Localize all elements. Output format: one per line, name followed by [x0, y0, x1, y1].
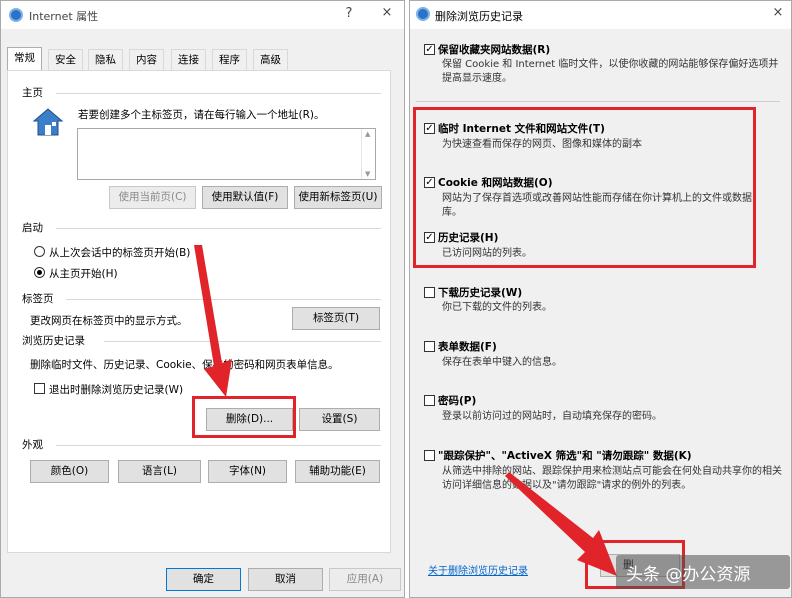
download-history-checkbox[interactable] [424, 287, 435, 298]
apply-button[interactable]: 应用(A) [329, 568, 401, 591]
appearance-section-label: 外观 [22, 439, 43, 451]
appearance-separator [56, 445, 381, 446]
red-arrow-right [505, 472, 617, 576]
passwords-label: 密码(P) [438, 395, 477, 407]
delete-on-exit-label: 退出时删除浏览历史记录(W) [49, 384, 184, 396]
fonts-button[interactable]: 字体(N) [208, 460, 287, 483]
dialog-title: 删除浏览历史记录 [435, 10, 523, 23]
startup-section-label: 启动 [22, 222, 43, 234]
ok-button[interactable]: 确定 [166, 568, 241, 591]
dialog-title-bar: 删除浏览历史记录 × [410, 1, 791, 29]
dialog-separator [416, 101, 780, 102]
history-description: 删除临时文件、历史记录、Cookie、保存的密码和网页表单信息。 [30, 359, 339, 371]
tab-privacy[interactable]: 隐私 [88, 49, 123, 70]
passwords-desc: 登录以前访问过的网站时，自动填充保存的密码。 [442, 411, 662, 422]
title-bar: Internet 属性 ? × [1, 1, 404, 29]
home-description: 若要创建多个主标签页，请在每行输入一个地址(R)。 [78, 109, 325, 121]
keep-favorites-label: 保留收藏夹网站数据(R) [438, 44, 551, 56]
download-history-label: 下载历史记录(W) [438, 287, 523, 299]
history-separator [104, 341, 381, 342]
tabs-button[interactable]: 标签页(T) [292, 307, 380, 330]
watermark-text: 头条 @办公资源 [626, 565, 751, 585]
tabs-description: 更改网页在标签页中的显示方式。 [30, 315, 188, 327]
cancel-button[interactable]: 取消 [248, 568, 323, 591]
tab-advanced[interactable]: 高级 [253, 49, 288, 70]
use-current-button[interactable]: 使用当前页(C) [109, 186, 196, 209]
red-arrow-left [194, 245, 232, 397]
keep-favorites-checkbox[interactable]: ✓ [424, 44, 435, 55]
tab-content[interactable]: 内容 [129, 49, 164, 70]
form-data-checkbox[interactable] [424, 341, 435, 352]
tracking-protection-label: "跟踪保护"、"ActiveX 筛选"和 "请勿跟踪" 数据(K) [438, 450, 692, 462]
download-history-desc: 你已下载的文件的列表。 [442, 302, 552, 313]
delete-button-highlight [192, 396, 296, 438]
tracking-protection-checkbox[interactable] [424, 450, 435, 461]
help-button[interactable]: ? [339, 6, 359, 21]
home-separator [56, 93, 381, 94]
passwords-checkbox[interactable] [424, 395, 435, 406]
radio-last-session[interactable] [34, 246, 45, 257]
history-settings-button[interactable]: 设置(S) [299, 408, 380, 431]
radio-home-page[interactable] [34, 267, 45, 278]
tab-general[interactable]: 常规 [7, 47, 42, 71]
keep-favorites-desc: 保留 Cookie 和 Internet 临时文件，以使你收藏的网站能够保存偏好… [442, 59, 779, 84]
home-icon [32, 108, 64, 136]
startup-separator [56, 228, 381, 229]
colors-button[interactable]: 颜色(O) [30, 460, 109, 483]
form-data-label: 表单数据(F) [438, 341, 497, 353]
form-data-desc: 保存在表单中键入的信息。 [442, 357, 562, 368]
history-section-label: 浏览历史记录 [22, 335, 85, 347]
delete-on-exit-checkbox[interactable] [34, 383, 45, 394]
languages-button[interactable]: 语言(L) [118, 460, 201, 483]
window-title: Internet 属性 [29, 10, 99, 23]
scroll-down-icon[interactable]: ▼ [365, 170, 370, 178]
use-new-tab-button[interactable]: 使用新标签页(U) [294, 186, 382, 209]
close-button[interactable]: × [377, 5, 397, 20]
ie-icon [9, 8, 23, 22]
dialog-ie-icon [416, 7, 430, 21]
tab-security[interactable]: 安全 [48, 49, 83, 70]
tab-connections[interactable]: 连接 [171, 49, 206, 70]
accessibility-button[interactable]: 辅助功能(E) [295, 460, 380, 483]
home-section-label: 主页 [22, 87, 43, 99]
tabs-section-label: 标签页 [22, 293, 54, 305]
dialog-close-button[interactable]: × [768, 5, 788, 20]
use-default-button[interactable]: 使用默认值(F) [202, 186, 288, 209]
selected-options-highlight [413, 107, 756, 268]
radio-last-session-label: 从上次会话中的标签页开始(B) [49, 247, 191, 259]
tab-programs[interactable]: 程序 [212, 49, 247, 70]
radio-home-page-label: 从主页开始(H) [49, 268, 118, 280]
scroll-up-icon[interactable]: ▲ [365, 130, 370, 138]
textarea-scrollbar[interactable]: ▲ ▼ [361, 129, 375, 179]
home-urls-textarea[interactable]: ▲ ▼ [77, 128, 376, 180]
